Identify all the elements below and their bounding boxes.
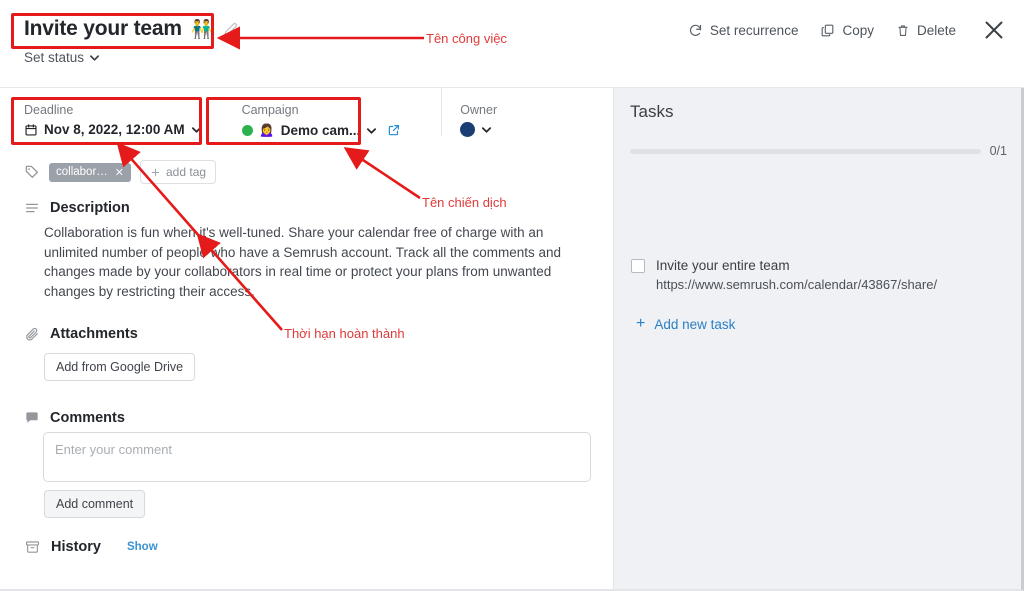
history-heading: History [51,539,101,555]
task-checkbox[interactable] [631,259,645,273]
description-body: Collaboration is fun when it's well-tune… [44,225,562,299]
owner-label: Owner [460,103,498,117]
add-new-task-label: Add new task [654,316,736,332]
plus-icon [151,168,160,176]
add-tag-label: add tag [166,165,207,179]
chevron-down-icon[interactable] [481,124,492,135]
trash-icon [898,24,908,36]
header-toolbar: Set recurrence Copy Delete [688,18,1006,42]
calendar-icon [25,123,37,136]
add-comment-button[interactable]: Add comment [44,490,146,518]
history-heading-row: History Show [24,539,158,555]
team-emoji: 👬 [190,19,214,39]
copy-label: Copy [842,22,874,38]
close-icon[interactable]: ✕ [115,166,124,179]
page-title: Invite your team [24,17,182,40]
description-heading-row: Description [24,200,130,216]
delete-button[interactable]: Delete [896,23,956,38]
comment-input[interactable] [43,432,591,482]
deadline-value: Nov 8, 2022, 12:00 AM [44,122,185,137]
annotation-label-deadline: Thời hạn hoàn thành [284,326,405,341]
tasks-progress: 0/1 [630,144,1007,158]
progress-bar [630,148,981,154]
tag-chip-label: collabora... [56,166,109,178]
attachments-heading-row: Attachments [24,326,138,342]
campaign-label: Campaign [241,103,299,117]
pencil-icon[interactable] [222,21,239,38]
campaign-field[interactable]: Campaign 🙍‍♀️ Demo cam... [241,88,402,138]
task-title-row[interactable]: Invite your team 👬 [24,17,239,41]
chevron-down-icon[interactable] [191,124,202,135]
meta-fields-row: Deadline Nov 8, 2022, 12:00 AM Campaign … [0,88,613,150]
tasks-title: Tasks [630,102,674,121]
deadline-value-row[interactable]: Nov 8, 2022, 12:00 AM [24,122,202,137]
campaign-status-dot [241,124,253,136]
add-from-google-drive-button[interactable]: Add from Google Drive [44,353,196,381]
copy-button[interactable]: Copy [820,23,874,38]
comments-heading: Comments [50,410,125,426]
chevron-down-icon [90,55,100,61]
close-icon[interactable] [982,18,1006,42]
list-item[interactable]: Invite your entire team https://www.semr… [631,256,937,294]
annotation-label-campaign-name: Tên chiến dịch [422,195,507,210]
task-detail-window: Invite your team 👬 Set status Set recurr… [0,0,1024,591]
history-show-link[interactable]: Show [127,541,158,553]
delete-label: Delete [916,22,956,38]
owner-value-row[interactable] [460,122,497,137]
tag-chip-collaboration[interactable]: collabora... ✕ [49,162,131,182]
task-name: Invite your entire team [656,258,790,273]
paperclip-icon [26,327,38,341]
tag-icon [25,165,38,178]
external-link-icon[interactable] [387,123,401,137]
campaign-value-row[interactable]: 🙍‍♀️ Demo cam... [241,122,402,138]
progress-count: 0/1 [989,144,1007,158]
chevron-down-icon[interactable] [366,125,377,136]
description-icon [26,203,38,213]
recurrence-icon [689,24,701,36]
owner-field[interactable]: Owner [441,88,498,137]
avatar [460,122,476,137]
archive-icon [25,541,40,553]
set-recurrence-button[interactable]: Set recurrence [688,22,799,38]
add-new-task-button[interactable]: + Add new task [636,316,735,332]
header: Invite your team 👬 Set status Set recurr… [0,0,1024,88]
campaign-avatar-emoji: 🙍‍♀️ [258,122,275,137]
deadline-label: Deadline [24,103,74,117]
campaign-value: Demo cam... [280,122,361,138]
attachments-heading: Attachments [50,326,138,342]
description-heading: Description [50,200,130,216]
tasks-panel: Tasks 0/1 Invite your entire team https:… [613,88,1021,589]
task-url[interactable]: https://www.semrush.com/calendar/43867/s… [656,275,937,294]
comment-icon [26,412,38,423]
comments-heading-row: Comments [24,410,125,426]
tags-row: collabora... ✕ add tag [24,160,217,184]
copy-icon [822,24,834,36]
deadline-field[interactable]: Deadline Nov 8, 2022, 12:00 AM [24,88,202,137]
set-status-dropdown[interactable]: Set status [24,50,100,65]
set-recurrence-label: Set recurrence [709,22,799,38]
add-tag-button[interactable]: add tag [140,160,217,184]
set-status-label: Set status [24,50,85,65]
plus-icon: + [636,315,646,332]
